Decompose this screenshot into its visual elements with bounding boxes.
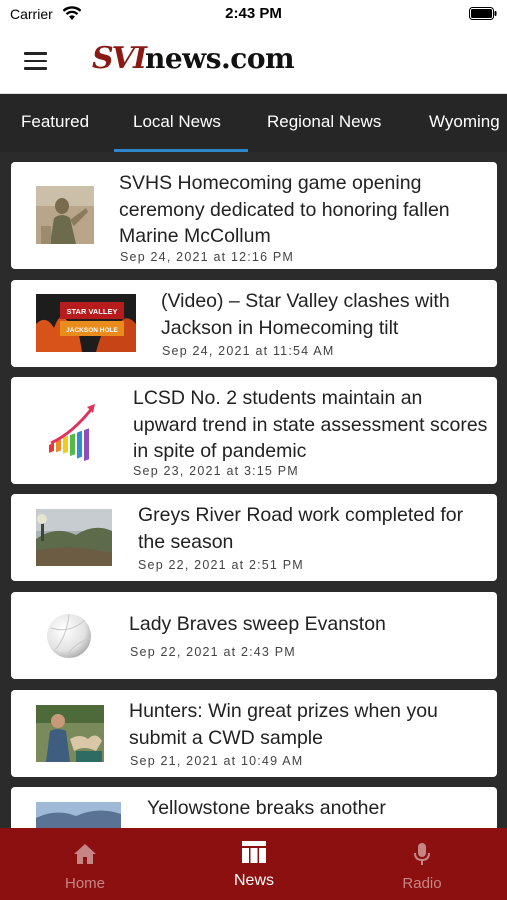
news-card[interactable]: LCSD No. 2 students maintain an upward t… <box>11 377 497 484</box>
bottom-navigation: Home News Radio <box>0 828 507 900</box>
article-title: Lady Braves sweep Evanston <box>129 613 386 635</box>
news-card[interactable]: Lady Braves sweep Evanston Sep 22, 2021 … <box>11 592 497 679</box>
nav-radio-label: Radio <box>402 875 442 892</box>
news-list: SVHS Homecoming game opening ceremony de… <box>0 152 507 828</box>
nav-radio[interactable]: Radio <box>362 828 482 900</box>
article-thumbnail <box>43 401 103 461</box>
logo-svi-text: SVI <box>92 41 147 76</box>
app-header: SVInews.com <box>0 28 507 94</box>
nav-home[interactable]: Home <box>25 828 145 900</box>
news-card[interactable]: Greys River Road work completed for the … <box>11 494 497 581</box>
article-title: (Video) – Star Valley clashes with Jacks… <box>161 290 450 339</box>
battery-icon <box>469 7 497 20</box>
article-thumbnail <box>36 186 94 244</box>
article-title: Greys River Road work completed for the … <box>138 504 464 553</box>
news-card[interactable]: Yellowstone breaks another <box>11 787 497 828</box>
nav-home-label: Home <box>64 875 105 892</box>
article-title: SVHS Homecoming game opening ceremony de… <box>119 172 450 247</box>
category-tabs: Featured Local News Regional News Wyomin… <box>0 94 507 152</box>
home-icon <box>74 844 96 864</box>
article-thumbnail <box>36 509 112 566</box>
microphone-icon <box>414 843 430 865</box>
hamburger-menu-icon[interactable] <box>24 52 47 70</box>
tab-featured[interactable]: Featured <box>21 112 89 132</box>
site-logo: SVInews.com <box>92 41 295 77</box>
article-title: LCSD No. 2 students maintain an upward t… <box>133 387 488 462</box>
article-date: Sep 24, 2021 at 12:16 PM <box>120 250 295 264</box>
news-icon <box>242 841 266 863</box>
article-thumbnail <box>36 705 104 762</box>
article-date: Sep 22, 2021 at 2:43 PM <box>130 645 296 659</box>
tab-regional-news[interactable]: Regional News <box>267 112 381 132</box>
article-date: Sep 21, 2021 at 10:49 AM <box>130 754 304 768</box>
article-title: Yellowstone breaks another <box>147 797 386 819</box>
logo-domain-text: news.com <box>144 42 295 75</box>
thumb-text-jackson-hole: JACKSON HOLE <box>66 327 118 334</box>
tab-local-news[interactable]: Local News <box>133 112 221 132</box>
status-bar: Carrier 2:43 PM <box>0 0 507 28</box>
article-date: Sep 23, 2021 at 3:15 PM <box>133 464 299 478</box>
nav-news-label: News <box>233 872 274 889</box>
tab-wyoming[interactable]: Wyoming <box>429 112 500 132</box>
article-thumbnail <box>45 612 93 660</box>
news-card[interactable]: SVHS Homecoming game opening ceremony de… <box>11 162 497 269</box>
article-thumbnail <box>36 802 121 828</box>
nav-news[interactable]: News <box>194 828 314 900</box>
article-date: Sep 22, 2021 at 2:51 PM <box>138 558 304 572</box>
news-card[interactable]: STAR VALLEY JACKSON HOLE (Video) – Star … <box>11 280 497 367</box>
status-time: 2:43 PM <box>225 5 282 22</box>
article-title: Hunters: Win great prizes when you submi… <box>129 700 438 749</box>
thumb-text-star-valley: STAR VALLEY <box>67 307 118 316</box>
article-date: Sep 24, 2021 at 11:54 AM <box>162 344 335 358</box>
article-thumbnail: STAR VALLEY JACKSON HOLE <box>36 294 136 352</box>
news-card[interactable]: Hunters: Win great prizes when you submi… <box>11 690 497 777</box>
